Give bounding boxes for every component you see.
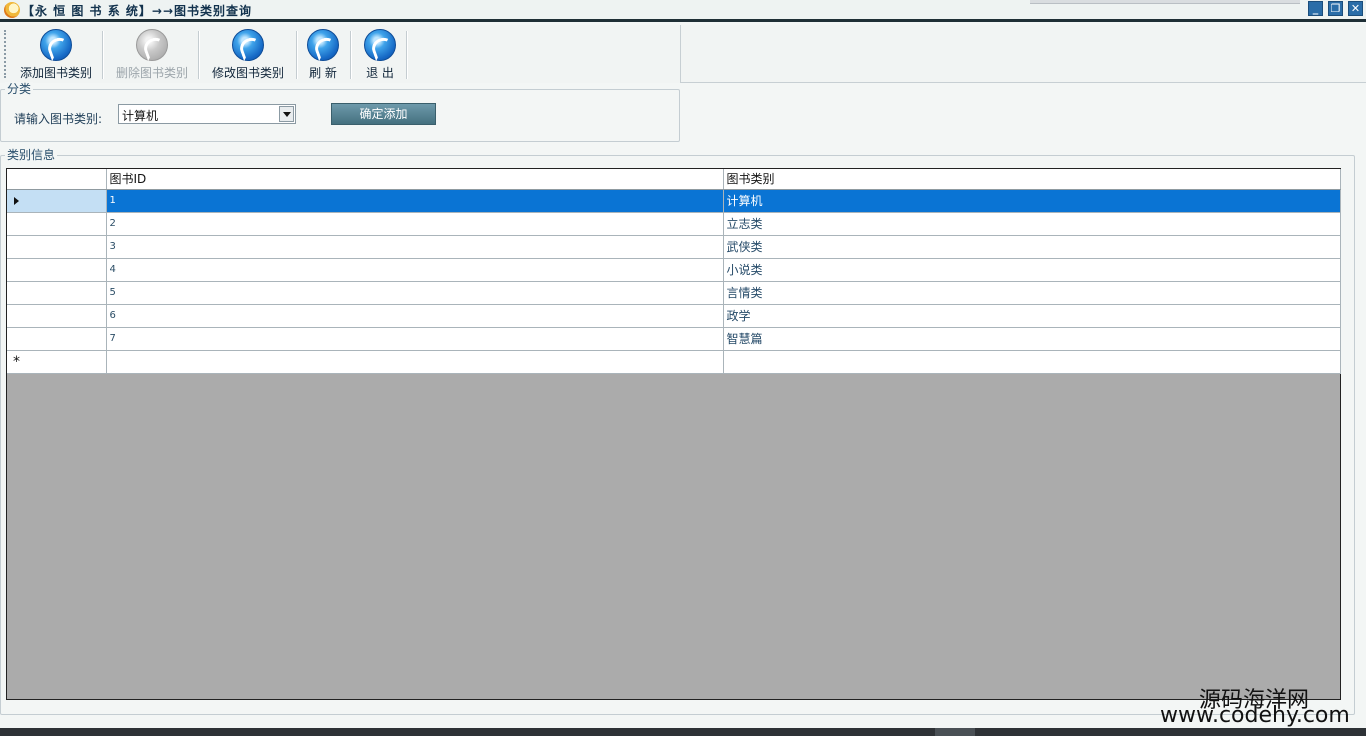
column-header-book-id[interactable]: 图书ID <box>106 169 724 190</box>
table-row[interactable]: 2 立志类 <box>7 212 1341 236</box>
delete-category-button[interactable]: 删除图书类别 <box>114 29 190 80</box>
column-header-book-category[interactable]: 图书类别 <box>723 169 1341 190</box>
new-row[interactable]: * <box>7 350 1341 374</box>
row-header[interactable] <box>7 235 107 259</box>
refresh-label: 刷 新 <box>309 66 337 80</box>
category-input-label: 请输入图书类别: <box>14 112 103 126</box>
category-combo[interactable]: 计算机 <box>118 104 296 124</box>
title-bar-strip <box>1030 0 1300 4</box>
cell-book-category[interactable]: 计算机 <box>723 189 1341 213</box>
cell-book-id[interactable]: 6 <box>106 304 724 328</box>
close-button[interactable]: ✕ <box>1348 1 1363 16</box>
cell-book-category[interactable]: 立志类 <box>723 212 1341 236</box>
edit-globe-icon <box>232 29 264 61</box>
row-header[interactable] <box>7 327 107 351</box>
table-row[interactable]: 5 言情类 <box>7 281 1341 305</box>
table-row[interactable]: 7 智慧篇 <box>7 327 1341 351</box>
cell-book-category[interactable]: 政学 <box>723 304 1341 328</box>
toolbar-separator <box>296 31 298 79</box>
chevron-down-icon[interactable] <box>279 106 294 122</box>
cell-book-id[interactable]: 5 <box>106 281 724 305</box>
row-header[interactable]: * <box>7 350 107 374</box>
toolbar-separator <box>102 31 104 79</box>
category-combo-value: 计算机 <box>122 109 159 123</box>
table-row[interactable]: 4 小说类 <box>7 258 1341 282</box>
cell-book-id[interactable]: 1 <box>106 189 724 213</box>
refresh-icon <box>307 29 339 61</box>
cell-book-id[interactable]: 2 <box>106 212 724 236</box>
exit-icon <box>364 29 396 61</box>
taskbar <box>0 728 1366 736</box>
cell-book-category[interactable]: 小说类 <box>723 258 1341 282</box>
current-row-arrow-icon <box>14 196 19 205</box>
delete-category-label: 删除图书类别 <box>115 66 188 80</box>
toolbar-separator <box>406 31 408 79</box>
taskbar-segment[interactable] <box>935 728 975 736</box>
window-title: 【永 恒 图 书 系 统】→→图书类别查询 <box>22 4 252 18</box>
table-row[interactable]: 6 政学 <box>7 304 1341 328</box>
exit-button[interactable]: 退 出 <box>358 29 402 80</box>
add-globe-icon <box>40 29 72 61</box>
title-bar: 【永 恒 图 书 系 统】→→图书类别查询 _ ❐ ✕ <box>0 0 1366 22</box>
category-group-legend: 分类 <box>5 82 34 96</box>
table-header-row: 图书ID 图书类别 <box>7 169 1341 190</box>
edit-category-button[interactable]: 修改图书类别 <box>210 29 286 80</box>
cell-book-id[interactable]: 7 <box>106 327 724 351</box>
table-row[interactable]: 3 武侠类 <box>7 235 1341 259</box>
delete-globe-icon <box>136 29 168 61</box>
cell-new-book-category[interactable] <box>723 350 1341 374</box>
cell-book-id[interactable]: 3 <box>106 235 724 259</box>
cell-book-id[interactable]: 4 <box>106 258 724 282</box>
restore-button[interactable]: ❐ <box>1328 1 1343 16</box>
cell-new-book-id[interactable] <box>106 350 724 374</box>
refresh-button[interactable]: 刷 新 <box>304 29 342 80</box>
toolbar-panel-edge <box>680 25 1366 83</box>
add-category-label: 添加图书类别 <box>19 66 92 80</box>
row-header-corner[interactable] <box>7 169 107 190</box>
cell-book-category[interactable]: 言情类 <box>723 281 1341 305</box>
edit-category-label: 修改图书类别 <box>211 66 284 80</box>
exit-label: 退 出 <box>366 66 394 80</box>
row-header[interactable] <box>7 189 107 213</box>
minimize-button[interactable]: _ <box>1308 1 1323 16</box>
cell-book-category[interactable]: 武侠类 <box>723 235 1341 259</box>
category-data-grid[interactable]: 图书ID 图书类别 1 计算机 2 立志类 3 武侠类 4 小说类 5 言情类 <box>6 168 1341 700</box>
watermark-url: www.codehy.com <box>1160 703 1350 728</box>
app-moon-icon <box>4 2 20 18</box>
toolbar-separator <box>198 31 200 79</box>
toolbar: 添加图书类别 删除图书类别 修改图书类别 刷 新 退 出 <box>0 25 1366 83</box>
toolbar-grip[interactable] <box>4 30 6 78</box>
add-category-button[interactable]: 添加图书类别 <box>18 29 94 80</box>
row-header[interactable] <box>7 304 107 328</box>
row-header[interactable] <box>7 212 107 236</box>
row-header[interactable] <box>7 281 107 305</box>
confirm-add-button[interactable]: 确定添加 <box>331 103 436 125</box>
cell-book-category[interactable]: 智慧篇 <box>723 327 1341 351</box>
category-table: 图书ID 图书类别 1 计算机 2 立志类 3 武侠类 4 小说类 5 言情类 <box>7 169 1341 374</box>
table-row[interactable]: 1 计算机 <box>7 189 1341 213</box>
new-row-asterisk: * <box>13 353 20 370</box>
toolbar-separator <box>350 31 352 79</box>
category-info-legend: 类别信息 <box>5 148 58 162</box>
row-header[interactable] <box>7 258 107 282</box>
